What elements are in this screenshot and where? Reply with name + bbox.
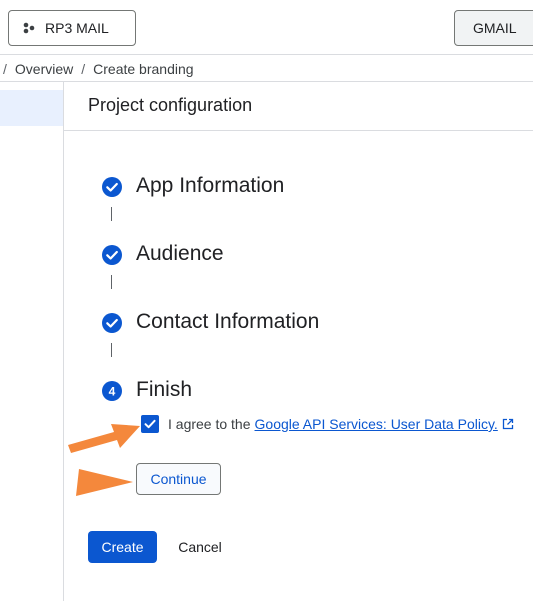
top-bar: RP3 MAIL GMAIL — [0, 0, 533, 55]
step-finish: Finish — [136, 378, 193, 401]
project-picker-button[interactable]: RP3 MAIL — [8, 10, 136, 46]
check-circle-icon — [102, 177, 122, 197]
section-title: Project configuration — [88, 95, 253, 115]
left-nav — [0, 82, 64, 601]
step-audience: Audience — [136, 242, 224, 265]
agreement-text: I agree to the — [168, 416, 251, 432]
breadcrumb-current: Create branding — [93, 61, 194, 77]
step-connector — [111, 207, 112, 221]
divider — [0, 81, 533, 82]
gmail-button[interactable]: GMAIL — [454, 10, 533, 46]
project-dots-icon — [23, 22, 35, 34]
breadcrumb-separator: / — [81, 61, 86, 77]
step-number: 4 — [109, 385, 116, 399]
divider — [64, 130, 533, 131]
continue-button[interactable]: Continue — [136, 463, 221, 495]
agreement-checkbox[interactable] — [141, 415, 159, 433]
step-contact-information: Contact Information — [136, 310, 320, 333]
agreement-row: I agree to the Google API Services: User… — [141, 415, 514, 433]
check-circle-icon — [102, 245, 122, 265]
gmail-button-label: GMAIL — [473, 20, 517, 36]
step-number-icon: 4 — [102, 381, 122, 401]
cancel-button[interactable]: Cancel — [168, 531, 232, 563]
annotation-arrow-icon — [68, 424, 140, 453]
breadcrumb: / Overview / Create branding — [3, 60, 194, 78]
create-button[interactable]: Create — [88, 531, 157, 563]
step-connector — [111, 343, 112, 357]
annotation-arrow-icon — [76, 469, 133, 496]
user-data-policy-link[interactable]: Google API Services: User Data Policy. — [255, 416, 498, 432]
breadcrumb-overview[interactable]: Overview — [15, 61, 73, 77]
breadcrumb-separator: / — [3, 61, 7, 77]
open-in-new-icon — [502, 418, 513, 430]
step-app-information: App Information — [136, 174, 285, 197]
project-picker-label: RP3 MAIL — [45, 20, 109, 36]
step-connector — [111, 275, 112, 289]
checkmark-icon — [144, 419, 156, 429]
nav-item-selected[interactable] — [0, 90, 63, 126]
check-circle-icon — [102, 313, 122, 333]
